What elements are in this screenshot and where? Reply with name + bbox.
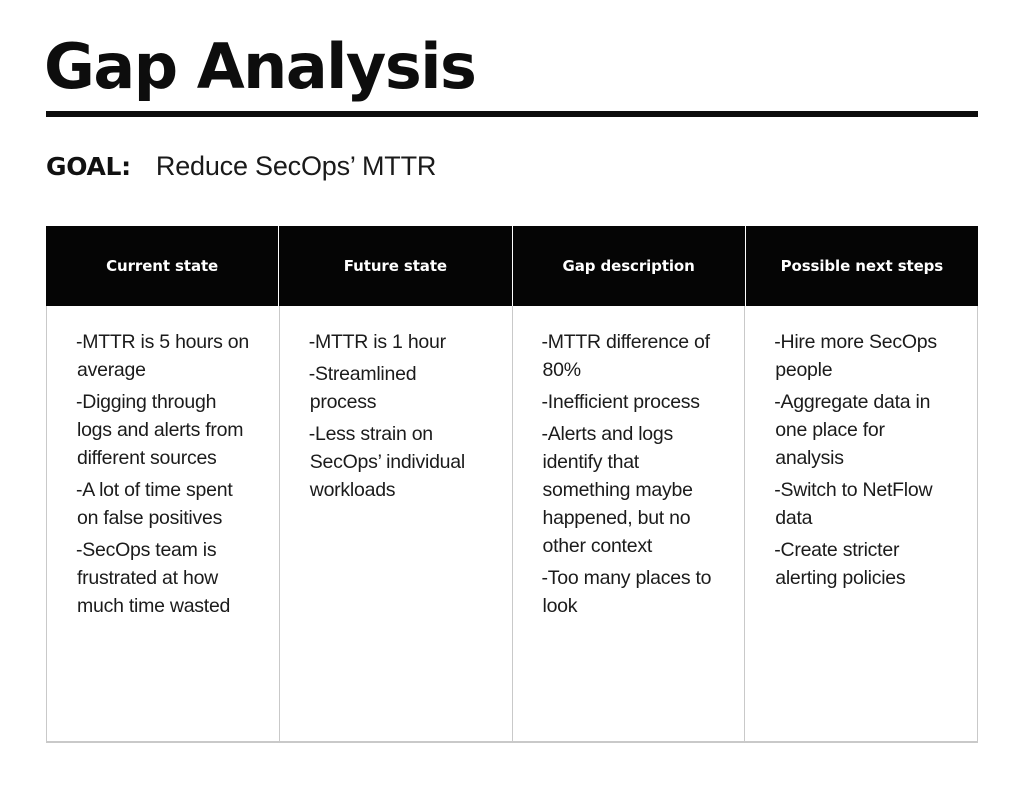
table-body-row: -MTTR is 5 hours on average -Digging thr…: [46, 306, 978, 743]
list-item: -MTTR difference of 80%: [541, 331, 711, 381]
list-item: -Streamlined process: [308, 363, 417, 413]
title-underline-rule: [46, 111, 978, 117]
column-header-gap-description: Gap description: [513, 226, 746, 306]
list-item: -A lot of time spent on false positives: [76, 479, 233, 529]
list-item: -Aggregate data in one place for analysi…: [774, 391, 931, 469]
column-header-current-state: Current state: [46, 226, 280, 306]
list-item: -Create stricter alerting policies: [774, 539, 906, 589]
slide-canvas: Gap Analysis GOAL: Reduce SecOps’ MTTR C…: [0, 0, 1024, 791]
table-cell-current-state: -MTTR is 5 hours on average -Digging thr…: [47, 306, 280, 741]
column-header-future-state: Future state: [279, 226, 513, 306]
table-cell-future-state: -MTTR is 1 hour -Streamlined process -Le…: [280, 306, 513, 741]
table-cell-possible-next-steps: -Hire more SecOps people -Aggregate data…: [745, 306, 977, 741]
list-item: -Too many places to look: [541, 567, 712, 617]
gap-analysis-table: Current state Future state Gap descripti…: [46, 226, 978, 744]
table-cell-gap-description: -MTTR difference of 80% -Inefficient pro…: [513, 306, 746, 741]
list-item: -Hire more SecOps people: [774, 331, 937, 381]
goal-value: Reduce SecOps’ MTTR: [155, 151, 437, 181]
goal-label: GOAL:: [46, 152, 131, 181]
column-header-possible-next-steps: Possible next steps: [780, 257, 944, 275]
table-header-row: Current state Future state Gap descripti…: [46, 226, 978, 306]
list-item: -MTTR is 1 hour: [308, 331, 446, 353]
list-item: -Alerts and logs identify that something…: [541, 423, 693, 557]
list-item: -Less strain on SecOps’ individual workl…: [308, 423, 465, 501]
page-title: Gap Analysis: [44, 30, 477, 103]
list-item: -Digging through logs and alerts from di…: [76, 391, 244, 469]
list-item: -Switch to NetFlow data: [774, 479, 933, 529]
goal-row: GOAL: Reduce SecOps’ MTTR: [46, 150, 436, 183]
list-item: -MTTR is 5 hours on average: [76, 331, 249, 381]
list-item: -SecOps team is frustrated at how much t…: [76, 539, 231, 617]
list-item: -Inefficient process: [541, 391, 701, 413]
